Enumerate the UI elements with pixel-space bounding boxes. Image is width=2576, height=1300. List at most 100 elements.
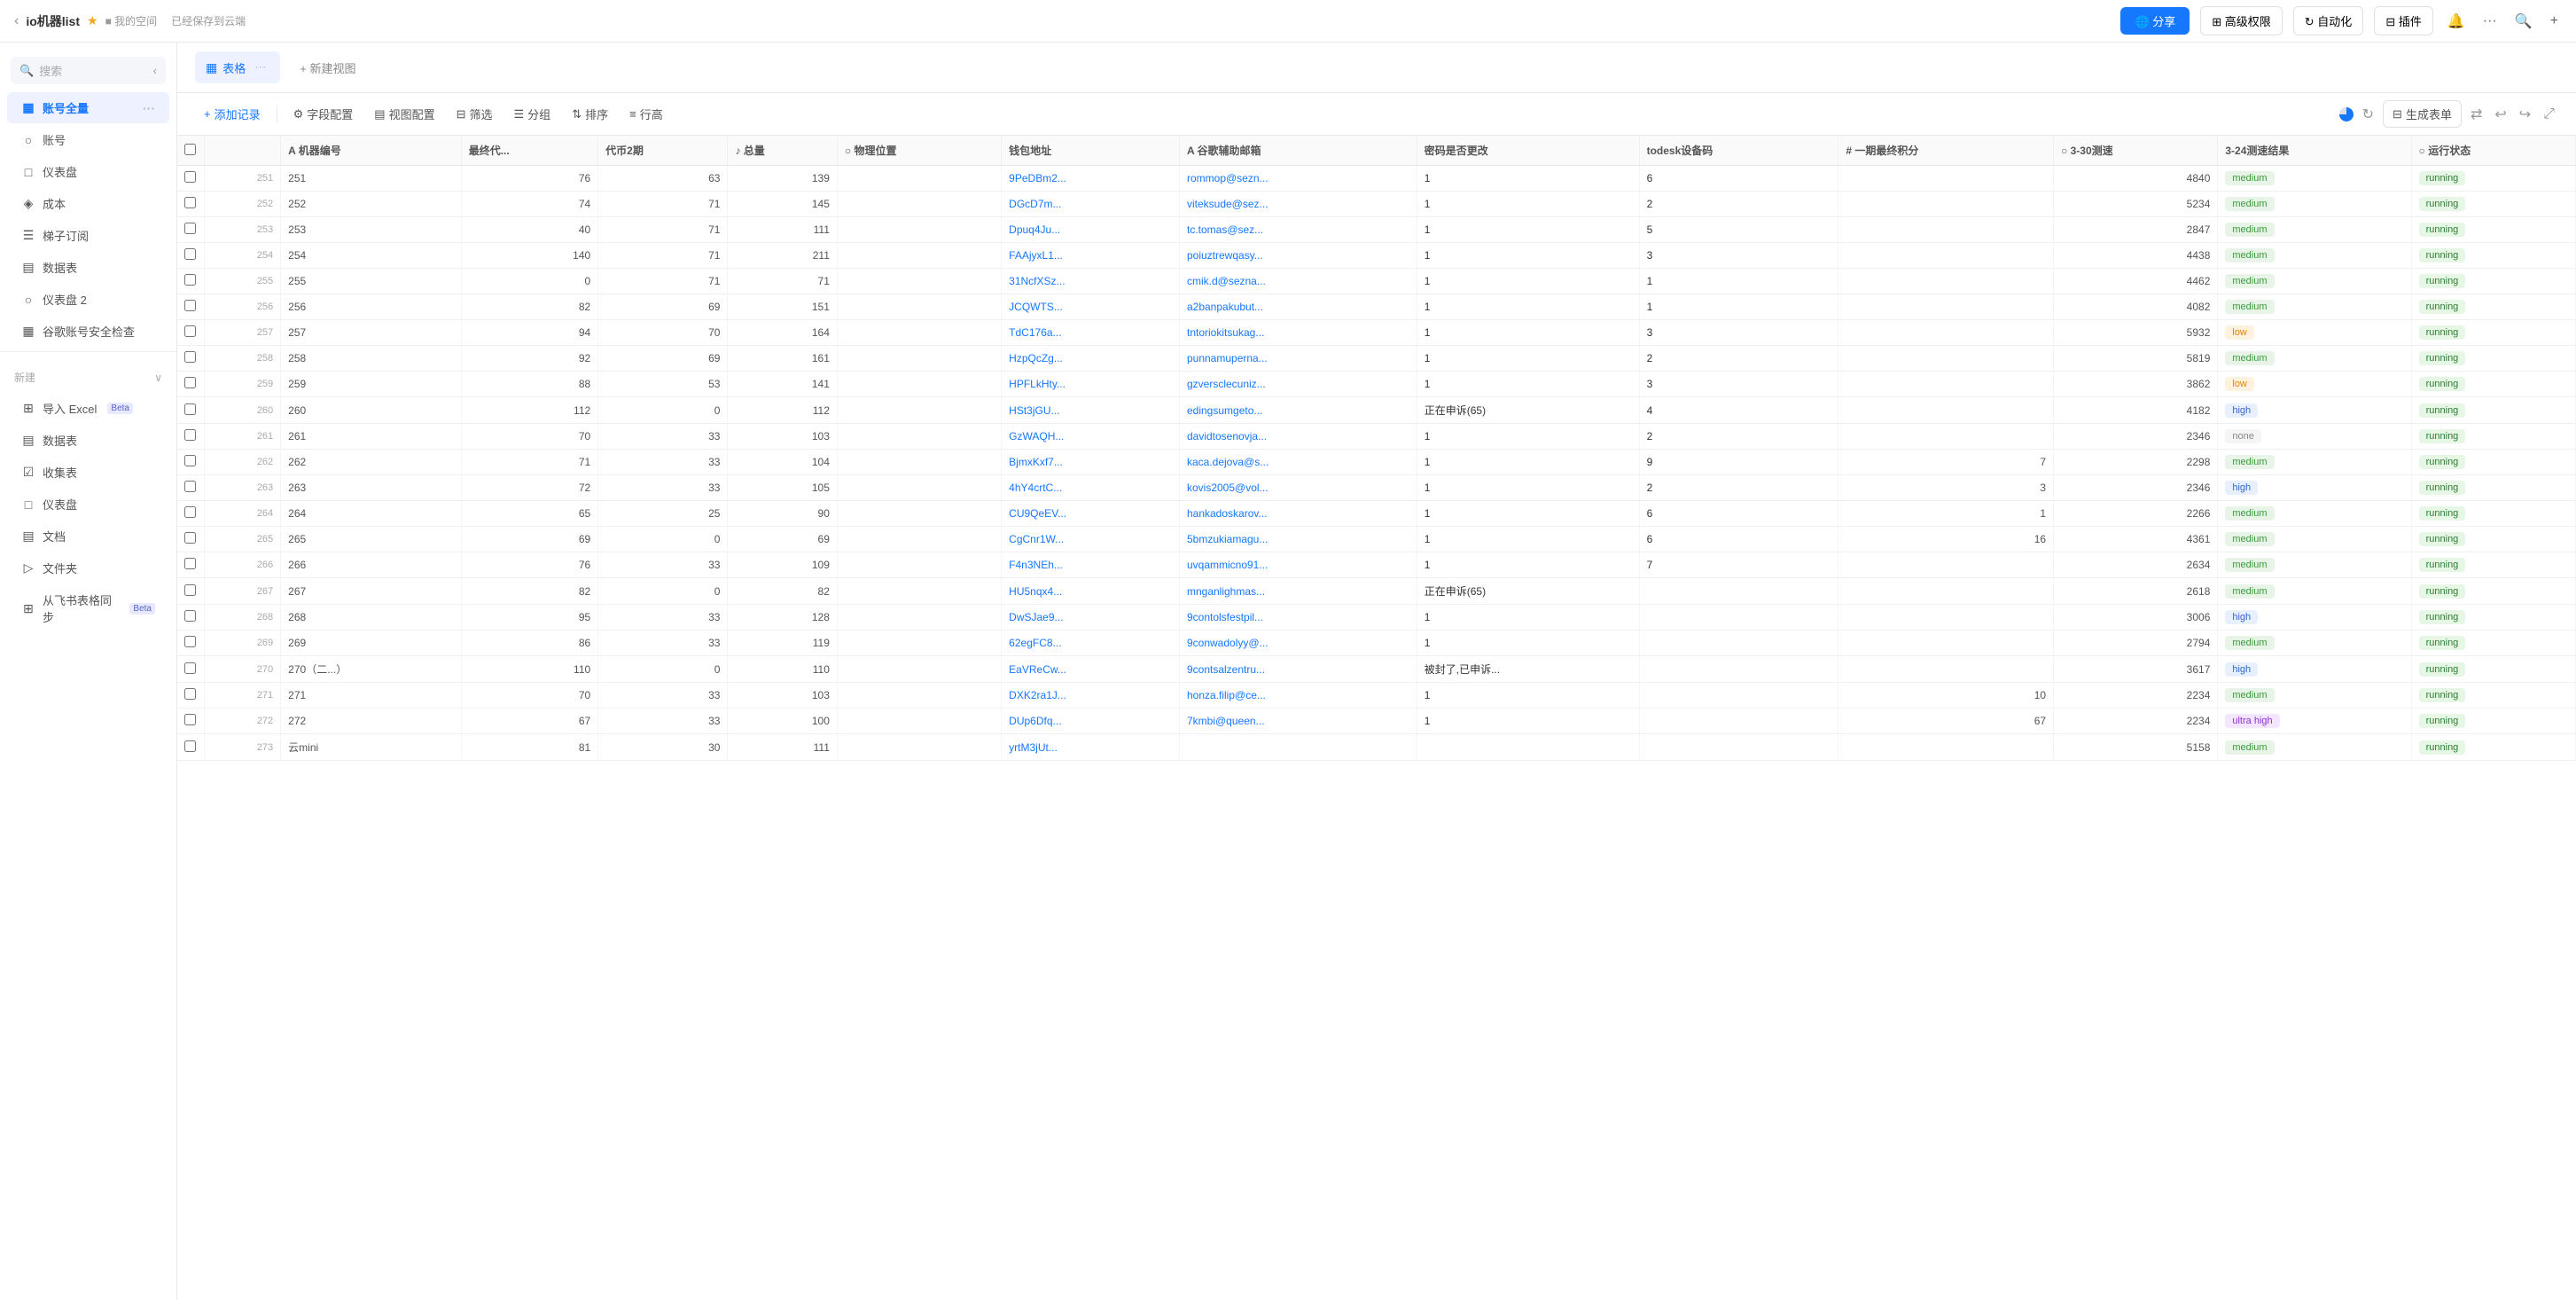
refresh-icon[interactable]: ↻ xyxy=(2359,102,2377,127)
cell-google-email-270[interactable]: 9contsalzentru... xyxy=(1179,656,1417,683)
cell-wallet-267[interactable]: HU5nqx4... xyxy=(1002,578,1180,605)
group-button[interactable]: ☰ 分组 xyxy=(505,101,560,127)
row-checkbox-257[interactable] xyxy=(177,320,204,346)
row-checkbox-264[interactable] xyxy=(177,501,204,527)
sidebar-item-dashboard2[interactable]: ○仪表盘 2 xyxy=(7,284,169,315)
th-location[interactable]: ○ 物理位置 xyxy=(837,136,1001,166)
cell-google-email-269[interactable]: 9conwadolyy@... xyxy=(1179,630,1417,656)
th-latest-val[interactable]: 最终代... xyxy=(461,136,597,166)
sidebar-new-item-feishu-sync[interactable]: ⊞从飞书表格同步Beta xyxy=(7,584,169,632)
cell-wallet-264[interactable]: CU9QeEV... xyxy=(1002,501,1180,527)
th-total[interactable]: ♪ 总量 xyxy=(728,136,837,166)
sidebar-more-btn[interactable]: ··· xyxy=(143,101,155,115)
th-todesk[interactable]: todesk设备码 xyxy=(1639,136,1838,166)
sidebar-collapse-button[interactable]: ‹ xyxy=(153,64,157,77)
cell-machine-id-256[interactable]: 256 xyxy=(281,294,462,320)
star-icon[interactable]: ★ xyxy=(87,13,98,28)
cell-wallet-266[interactable]: F4n3NEh... xyxy=(1002,552,1180,578)
sidebar-section-toggle[interactable]: ∨ xyxy=(154,372,162,384)
cell-machine-id-265[interactable]: 265 xyxy=(281,527,462,552)
generate-form-button[interactable]: ⊟ 生成表单 xyxy=(2383,100,2462,128)
add-record-button[interactable]: + 添加记录 xyxy=(195,101,269,127)
sidebar-new-item-folder[interactable]: ▷文件夹 xyxy=(7,552,169,583)
cell-google-email-268[interactable]: 9contolsfestpil... xyxy=(1179,605,1417,630)
cell-google-email-264[interactable]: hankadoskarov... xyxy=(1179,501,1417,527)
new-view-button[interactable]: + 新建视图 xyxy=(291,54,364,82)
cell-machine-id-269[interactable]: 269 xyxy=(281,630,462,656)
cell-google-email-254[interactable]: poiuztrewqasy... xyxy=(1179,243,1417,269)
cell-wallet-261[interactable]: GzWAQH... xyxy=(1002,424,1180,450)
cell-wallet-262[interactable]: BjmxKxf7... xyxy=(1002,450,1180,475)
cell-wallet-269[interactable]: 62egFC8... xyxy=(1002,630,1180,656)
th-pwd-changed[interactable]: 密码是否更改 xyxy=(1417,136,1639,166)
plugin-button[interactable]: ⊟ 插件 xyxy=(2374,6,2433,35)
cell-machine-id-252[interactable]: 252 xyxy=(281,192,462,217)
row-checkbox-255[interactable] xyxy=(177,269,204,294)
cell-machine-id-268[interactable]: 268 xyxy=(281,605,462,630)
row-checkbox-254[interactable] xyxy=(177,243,204,269)
row-checkbox-261[interactable] xyxy=(177,424,204,450)
cell-wallet-257[interactable]: TdC176a... xyxy=(1002,320,1180,346)
cell-google-email-273[interactable] xyxy=(1179,734,1417,761)
cell-google-email-260[interactable]: edingsumgeto... xyxy=(1179,397,1417,424)
cell-google-email-271[interactable]: honza.filip@ce... xyxy=(1179,683,1417,709)
sidebar-item-ladder[interactable]: ☰梯子订阅 xyxy=(7,220,169,251)
cell-google-email-265[interactable]: 5bmzukiamagu... xyxy=(1179,527,1417,552)
cell-machine-id-267[interactable]: 267 xyxy=(281,578,462,605)
cell-google-email-266[interactable]: uvqammicno91... xyxy=(1179,552,1417,578)
cell-google-email-262[interactable]: kaca.dejova@s... xyxy=(1179,450,1417,475)
share-button[interactable]: 🌐 分享 xyxy=(2120,7,2190,35)
cell-wallet-272[interactable]: DUp6Dfq... xyxy=(1002,709,1180,734)
cell-machine-id-262[interactable]: 262 xyxy=(281,450,462,475)
cell-machine-id-254[interactable]: 254 xyxy=(281,243,462,269)
cell-google-email-252[interactable]: viteksude@sez... xyxy=(1179,192,1417,217)
cell-machine-id-266[interactable]: 266 xyxy=(281,552,462,578)
back-button[interactable]: ‹ xyxy=(14,13,19,29)
th-token2[interactable]: 代币2期 xyxy=(598,136,728,166)
search-input[interactable]: 🔍 搜索 ‹ xyxy=(11,57,166,84)
filter-button[interactable]: ⊟ 筛选 xyxy=(448,101,502,127)
add-icon[interactable]: + xyxy=(2547,10,2562,33)
cell-google-email-255[interactable]: cmik.d@sezna... xyxy=(1179,269,1417,294)
cell-wallet-273[interactable]: yrtM3jUt... xyxy=(1002,734,1180,761)
cell-google-email-261[interactable]: davidtosenovja... xyxy=(1179,424,1417,450)
row-checkbox-263[interactable] xyxy=(177,475,204,501)
sidebar-new-item-doc[interactable]: ▤文档 xyxy=(7,521,169,552)
row-checkbox-271[interactable] xyxy=(177,683,204,709)
cell-wallet-252[interactable]: DGcD7m... xyxy=(1002,192,1180,217)
row-checkbox-260[interactable] xyxy=(177,397,204,424)
cell-machine-id-270[interactable]: 270（二...） xyxy=(281,656,462,683)
sort-button[interactable]: ⇅ 排序 xyxy=(563,101,617,127)
row-checkbox-273[interactable] xyxy=(177,734,204,761)
sidebar-item-datatable[interactable]: ▤数据表 xyxy=(7,252,169,283)
cell-machine-id-263[interactable]: 263 xyxy=(281,475,462,501)
cell-wallet-263[interactable]: 4hY4crtC... xyxy=(1002,475,1180,501)
th-last-score[interactable]: # 一期最终积分 xyxy=(1838,136,2054,166)
cell-google-email-251[interactable]: rommop@sezn... xyxy=(1179,166,1417,192)
cell-wallet-265[interactable]: CgCnr1W... xyxy=(1002,527,1180,552)
sidebar-item-account[interactable]: ○账号 xyxy=(7,124,169,155)
th-run-status[interactable]: ○ 运行状态 xyxy=(2411,136,2575,166)
row-height-button[interactable]: ≡ 行高 xyxy=(621,101,672,127)
expand-icon[interactable]: ⤢ xyxy=(2540,103,2558,126)
cell-machine-id-255[interactable]: 255 xyxy=(281,269,462,294)
cell-google-email-272[interactable]: 7kmbi@queen... xyxy=(1179,709,1417,734)
cell-wallet-259[interactable]: HPFLkHty... xyxy=(1002,372,1180,397)
cell-google-email-267[interactable]: mnganlighmas... xyxy=(1179,578,1417,605)
view-config-button[interactable]: ▤ 视图配置 xyxy=(365,101,443,127)
select-all-checkbox[interactable] xyxy=(184,144,196,155)
bell-icon[interactable]: 🔔 xyxy=(2444,9,2469,34)
cell-wallet-251[interactable]: 9PeDBm2... xyxy=(1002,166,1180,192)
tab-table[interactable]: ▦ 表格 ⋯ xyxy=(195,51,280,83)
cell-machine-id-259[interactable]: 259 xyxy=(281,372,462,397)
advanced-permissions-button[interactable]: ⊞ 高级权限 xyxy=(2200,6,2283,35)
cell-wallet-255[interactable]: 31NcfXSz... xyxy=(1002,269,1180,294)
cell-google-email-263[interactable]: kovis2005@vol... xyxy=(1179,475,1417,501)
sidebar-new-item-dashboard3[interactable]: □仪表盘 xyxy=(7,489,169,520)
row-checkbox-267[interactable] xyxy=(177,578,204,605)
row-checkbox-262[interactable] xyxy=(177,450,204,475)
row-checkbox-268[interactable] xyxy=(177,605,204,630)
sidebar-item-dashboard[interactable]: □仪表盘 xyxy=(7,156,169,187)
row-checkbox-251[interactable] xyxy=(177,166,204,192)
cell-machine-id-261[interactable]: 261 xyxy=(281,424,462,450)
